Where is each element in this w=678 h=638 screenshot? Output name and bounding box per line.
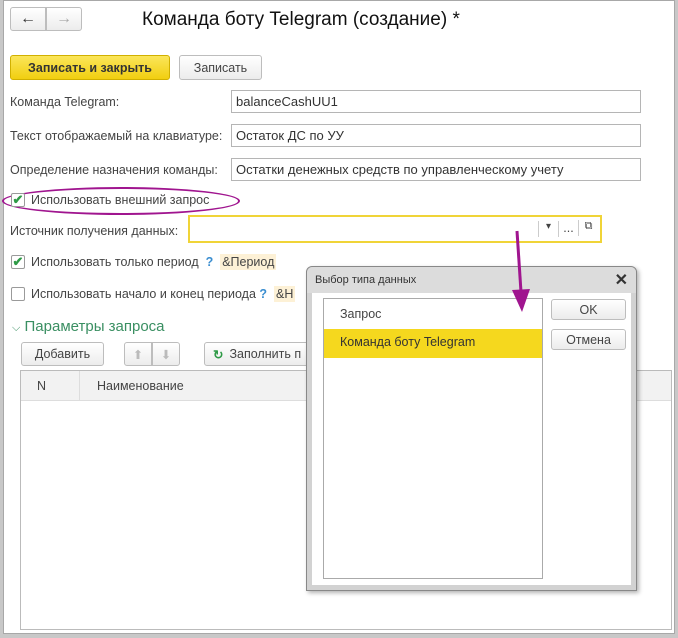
source-label: Источник получения данных:	[10, 224, 179, 238]
start-end-label: Использовать начало и конец периода ? &Н	[31, 286, 296, 302]
arrow-right-icon: →	[56, 10, 72, 27]
open-icon[interactable]: ⧉	[578, 220, 598, 236]
move-down-button[interactable]: ⬇	[152, 342, 180, 366]
column-name[interactable]: Наименование	[97, 379, 184, 393]
start-end-param: &Н	[273, 286, 296, 302]
add-button[interactable]: Добавить	[21, 342, 104, 366]
cancel-button[interactable]: Отмена	[551, 329, 626, 350]
list-item-selected[interactable]: Команда боту Telegram	[324, 329, 542, 358]
dialog: Выбор типа данных ✕ Запрос Команда боту …	[306, 266, 637, 591]
params-title: Параметры запроса	[24, 318, 165, 335]
use-external-checkbox[interactable]: ✔	[11, 193, 25, 207]
help-icon[interactable]: ?	[259, 287, 267, 301]
forward-button[interactable]: →	[46, 7, 82, 31]
dialog-titlebar: Выбор типа данных ✕	[307, 267, 636, 293]
arrow-down-icon: ⬇	[160, 347, 172, 362]
dropdown-icon[interactable]: ▾	[538, 221, 558, 237]
type-list[interactable]: Запрос Команда боту Telegram	[323, 298, 543, 579]
field-label: Определение назначения команды:	[10, 163, 218, 177]
only-period-label: Использовать только период ? &Период	[31, 254, 277, 270]
use-external-label: Использовать внешний запрос	[31, 193, 210, 207]
only-period-checkbox[interactable]: ✔	[11, 255, 25, 269]
period-param: &Период	[220, 254, 277, 270]
arrow-up-icon: ⬆	[132, 347, 144, 362]
form-window: ← → Команда боту Telegram (создание) * З…	[2, 0, 675, 634]
save-button[interactable]: Записать	[179, 55, 262, 80]
source-field[interactable]: ▾ ... ⧉	[188, 215, 602, 243]
start-end-checkbox[interactable]	[11, 287, 25, 301]
refresh-icon: ↻	[213, 347, 224, 362]
keyboard-text-input[interactable]: Остаток ДС по УУ	[231, 124, 641, 147]
more-icon[interactable]: ...	[558, 221, 578, 237]
description-input[interactable]: Остатки денежных средств по управленческ…	[231, 158, 641, 181]
help-icon[interactable]: ?	[206, 255, 214, 269]
page-title: Команда боту Telegram (создание) *	[142, 9, 460, 30]
start-end-text: Использовать начало и конец периода	[31, 287, 256, 301]
back-button[interactable]: ←	[10, 7, 46, 31]
field-label: Команда Telegram:	[10, 95, 120, 109]
move-up-button[interactable]: ⬆	[124, 342, 152, 366]
save-close-button[interactable]: Записать и закрыть	[10, 55, 170, 80]
arrow-left-icon: ←	[20, 10, 36, 27]
params-section-header[interactable]: ⌵ Параметры запроса	[12, 318, 165, 335]
dialog-title: Выбор типа данных	[315, 274, 417, 286]
only-period-text: Использовать только период	[31, 255, 199, 269]
close-icon[interactable]: ✕	[615, 270, 628, 290]
fill-label: Заполнить п	[229, 347, 302, 361]
command-input[interactable]: balanceCashUU1	[231, 90, 641, 113]
ok-button[interactable]: OK	[551, 299, 626, 320]
column-divider	[79, 371, 80, 401]
chevron-down-icon: ⌵	[12, 322, 21, 334]
field-label: Текст отображаемый на клавиатуре:	[10, 129, 223, 143]
annotation-arrow	[512, 230, 530, 312]
column-n[interactable]: N	[37, 379, 46, 393]
